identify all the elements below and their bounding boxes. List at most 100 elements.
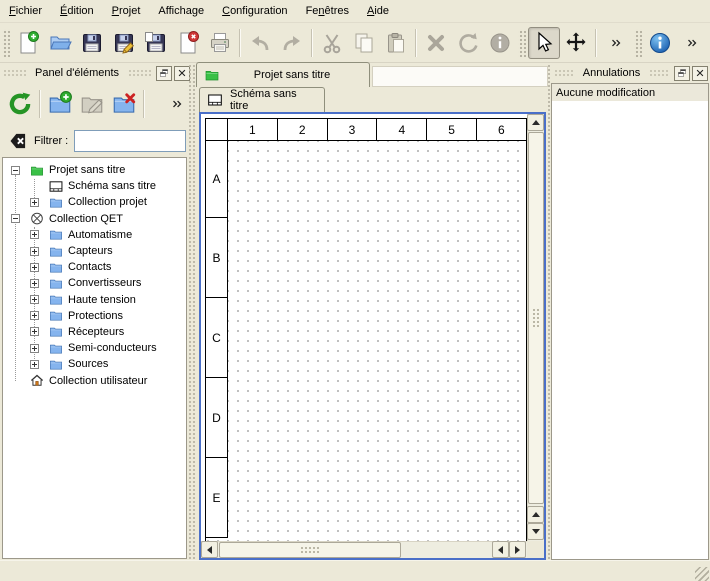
- tree-item-collection-utilisateur[interactable]: Collection utilisateur: [3, 372, 186, 388]
- expander-plus-icon[interactable]: [30, 344, 39, 353]
- tree-item-sch-ma-sans-titre[interactable]: Schéma sans titre: [3, 178, 186, 194]
- rotate-icon: [456, 31, 480, 55]
- row-header-C: C: [205, 297, 228, 378]
- tab-schema[interactable]: Schéma sans titre: [199, 87, 325, 112]
- reload-collections-button[interactable]: [4, 88, 36, 120]
- float-dock-button[interactable]: [674, 66, 690, 81]
- scroll-right-button[interactable]: [509, 541, 526, 558]
- expander-plus-icon[interactable]: [30, 327, 39, 336]
- horizontal-scrollbar[interactable]: [201, 541, 527, 558]
- rotate-button[interactable]: [452, 27, 484, 59]
- undo-button[interactable]: [244, 27, 276, 59]
- vertical-scroll-thumb[interactable]: [528, 132, 544, 504]
- diagram-canvas[interactable]: 123456ABCDE: [201, 114, 527, 541]
- folder-plus-icon: [47, 91, 73, 117]
- toolbar-handle[interactable]: [634, 29, 642, 57]
- save-button[interactable]: [76, 27, 108, 59]
- mode-select-button[interactable]: [528, 27, 560, 59]
- edit-category-button[interactable]: [76, 88, 108, 120]
- vertical-scrollbar[interactable]: [527, 114, 544, 541]
- paste-button[interactable]: [380, 27, 412, 59]
- open-button[interactable]: [44, 27, 76, 59]
- float-icon: [677, 68, 687, 78]
- scroll-left-button-2[interactable]: [492, 541, 509, 558]
- clear-filter-icon[interactable]: [8, 131, 28, 151]
- tree-item-projet-sans-titre[interactable]: Projet sans titre: [3, 162, 186, 178]
- tree-item-convertisseurs[interactable]: Convertisseurs: [3, 275, 186, 291]
- cut-button[interactable]: [316, 27, 348, 59]
- delete-category-button[interactable]: [108, 88, 140, 120]
- toolbar-handle[interactable]: [518, 29, 526, 57]
- mode-scroll-button[interactable]: [560, 27, 592, 59]
- menu-fichier[interactable]: Fichier: [0, 2, 51, 20]
- frame-corner-cell: [205, 118, 228, 141]
- tab-project[interactable]: Projet sans titre: [196, 62, 370, 87]
- about-button[interactable]: [644, 27, 676, 59]
- expander-plus-icon[interactable]: [30, 311, 39, 320]
- float-dock-button[interactable]: [156, 66, 172, 81]
- toolbar-handle[interactable]: [2, 29, 10, 57]
- element-infos-button[interactable]: [484, 27, 516, 59]
- row-header-B: B: [205, 217, 228, 298]
- floppy-icon: [80, 31, 104, 55]
- tree-item-capteurs[interactable]: Capteurs: [3, 243, 186, 259]
- qelectrotech-window: FichierÉditionProjetAffichageConfigurati…: [0, 0, 710, 581]
- expander-minus-icon[interactable]: [11, 214, 20, 223]
- tree-item-contacts[interactable]: Contacts: [3, 259, 186, 275]
- expander-plus-icon[interactable]: [30, 230, 39, 239]
- new-project-button[interactable]: [12, 27, 44, 59]
- undo-history-item[interactable]: Aucune modification: [552, 84, 708, 101]
- menu-fenetres[interactable]: Fenêtres: [297, 2, 358, 20]
- tree-item-haute-tension[interactable]: Haute tension: [3, 292, 186, 308]
- horizontal-scroll-thumb[interactable]: [219, 542, 401, 558]
- tree-item-automatisme[interactable]: Automatisme: [3, 227, 186, 243]
- delete-button[interactable]: [420, 27, 452, 59]
- tree-item-label: Collection projet: [68, 196, 147, 208]
- tree-item-protections[interactable]: Protections: [3, 308, 186, 324]
- print-button[interactable]: [204, 27, 236, 59]
- menu-aide[interactable]: Aide: [358, 2, 398, 20]
- expander-plus-icon[interactable]: [30, 263, 39, 272]
- schema-tab-bar: Schéma sans titre: [196, 87, 549, 112]
- menu-affichage[interactable]: Affichage: [149, 2, 213, 20]
- arrow-up-icon: [532, 512, 540, 517]
- close-project-button[interactable]: [172, 27, 204, 59]
- expander-plus-icon[interactable]: [30, 279, 39, 288]
- expander-minus-icon[interactable]: [11, 166, 20, 175]
- scroll-left-button[interactable]: [201, 541, 218, 558]
- scroll-up-button-2[interactable]: [527, 506, 544, 523]
- tree-item-sources[interactable]: Sources: [3, 356, 186, 372]
- menu-projet[interactable]: Projet: [103, 2, 150, 20]
- folder-blue-icon: [48, 227, 64, 242]
- copy-button[interactable]: [348, 27, 380, 59]
- tree-item-collection-qet[interactable]: Collection QET: [3, 211, 186, 227]
- expander-plus-icon[interactable]: [30, 198, 39, 207]
- scroll-down-button[interactable]: [527, 523, 544, 540]
- expander-plus-icon[interactable]: [30, 360, 39, 369]
- save-as-button[interactable]: [108, 27, 140, 59]
- left-splitter[interactable]: [188, 64, 195, 560]
- tree-item-collection-projet[interactable]: Collection projet: [3, 194, 186, 210]
- menu-edition[interactable]: Édition: [51, 2, 103, 20]
- tree-item-semi-conducteurs[interactable]: Semi-conducteurs: [3, 340, 186, 356]
- save-all-button[interactable]: [140, 27, 172, 59]
- resize-grip[interactable]: [695, 567, 709, 581]
- menu-configuration[interactable]: Configuration: [213, 2, 296, 20]
- tree-item-r-cepteurs[interactable]: Récepteurs: [3, 324, 186, 340]
- chevron-icon: [685, 36, 699, 50]
- menu-bar: FichierÉditionProjetAffichageConfigurati…: [0, 0, 710, 23]
- redo-button[interactable]: [276, 27, 308, 59]
- new-category-button[interactable]: [44, 88, 76, 120]
- filter-row: Filtrer :: [0, 128, 193, 154]
- expander-plus-icon[interactable]: [30, 295, 39, 304]
- dock-texture: [128, 69, 151, 78]
- close-dock-button[interactable]: [692, 66, 708, 81]
- chevron-icon: [609, 36, 623, 50]
- expander-plus-icon[interactable]: [30, 247, 39, 256]
- scroll-up-button[interactable]: [527, 114, 544, 131]
- toolbar-overflow-button[interactable]: [600, 27, 632, 59]
- toolbar-overflow-button[interactable]: [676, 27, 708, 59]
- paste-icon: [384, 31, 408, 55]
- filter-input[interactable]: [74, 130, 186, 152]
- project-tab-label: Projet sans titre: [221, 69, 363, 81]
